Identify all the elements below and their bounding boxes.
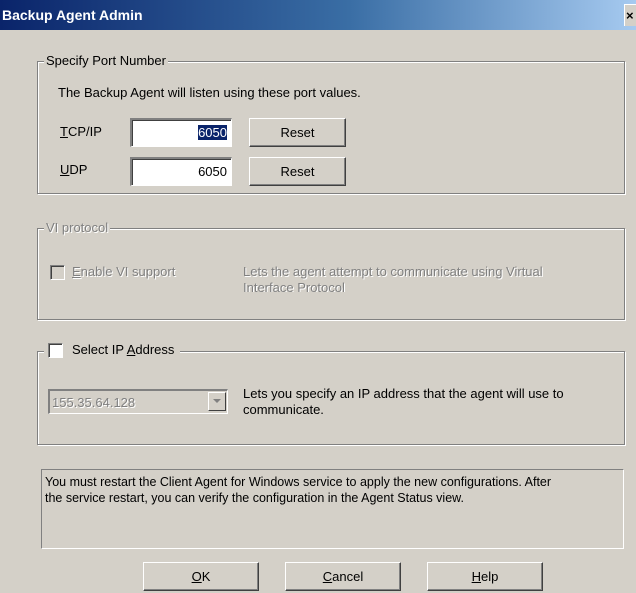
cancel-button[interactable]: Cancel <box>285 562 401 591</box>
port-group-legend: Specify Port Number <box>44 53 168 68</box>
close-icon: × <box>626 8 634 23</box>
select-ip-checkbox[interactable] <box>48 343 63 358</box>
ip-description: Lets you specify an IP address that the … <box>243 386 564 417</box>
ip-address-combo[interactable]: 155.35.64.128 <box>48 389 228 414</box>
tcp-label: TCP/IP <box>60 124 102 139</box>
udp-port-input[interactable]: 6050 <box>130 157 232 186</box>
ok-label: OK <box>191 569 211 584</box>
ok-button[interactable]: OK <box>143 562 259 591</box>
title-bar: Backup Agent Admin × <box>0 0 636 30</box>
restart-info-text: You must restart the Client Agent for Wi… <box>45 475 552 505</box>
cancel-label: Cancel <box>322 569 364 584</box>
close-button[interactable]: × <box>624 4 636 26</box>
udp-port-value: 6050 <box>198 164 227 179</box>
enable-vi-label: Enable VI support <box>72 264 176 279</box>
tcp-reset-button[interactable]: Reset <box>249 118 346 147</box>
port-description: The Backup Agent will listen using these… <box>58 85 361 100</box>
help-button[interactable]: Help <box>427 562 543 591</box>
vi-description: Lets the agent attempt to communicate us… <box>243 264 543 292</box>
tcp-port-value: 6050 <box>198 125 227 140</box>
udp-reset-button[interactable]: Reset <box>249 157 346 186</box>
udp-reset-label: Reset <box>280 164 315 179</box>
enable-vi-checkbox[interactable] <box>50 265 65 280</box>
chevron-down-icon[interactable] <box>208 392 226 411</box>
select-ip-label: Select IP Address <box>72 342 175 357</box>
window-title: Backup Agent Admin <box>2 7 143 23</box>
tcp-port-input[interactable]: 6050 <box>130 118 232 147</box>
udp-label: UDP <box>60 162 88 177</box>
ip-address-value: 155.35.64.128 <box>52 395 136 410</box>
ip-checkbox-row: Select IP Address Select IP Address <box>44 342 181 359</box>
help-label: Help <box>471 569 499 584</box>
tcp-reset-label: Reset <box>280 125 315 140</box>
vi-group-legend: VI protocol <box>44 220 111 235</box>
